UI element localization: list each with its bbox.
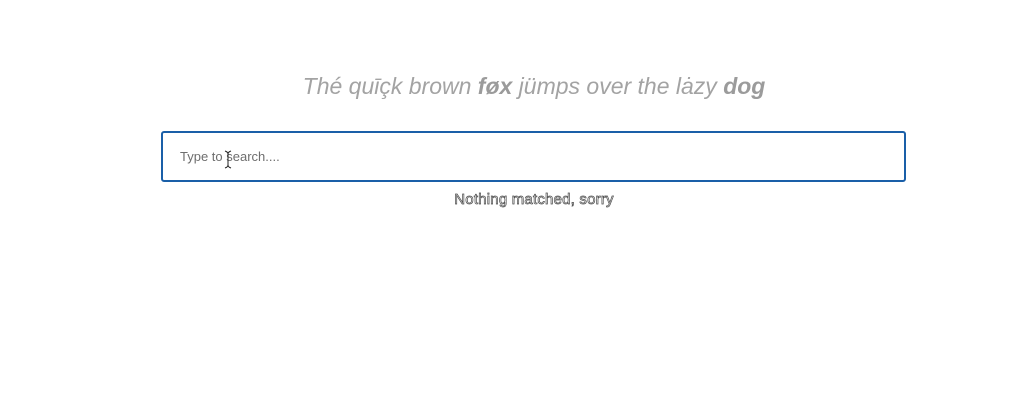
headline-text-2: jümps over the lȧzy (512, 73, 724, 99)
headline-text-1: Thé quīçk brown (302, 73, 478, 99)
search-box[interactable] (161, 131, 906, 182)
search-input[interactable] (163, 133, 904, 180)
no-results-message: Nothing matched, sorry (454, 191, 614, 209)
page-headline: Thé quīçk brown føx jümps over the lȧzy … (0, 71, 1036, 101)
headline-bold-1: føx (477, 73, 513, 99)
headline-bold-2: dog (723, 73, 766, 99)
